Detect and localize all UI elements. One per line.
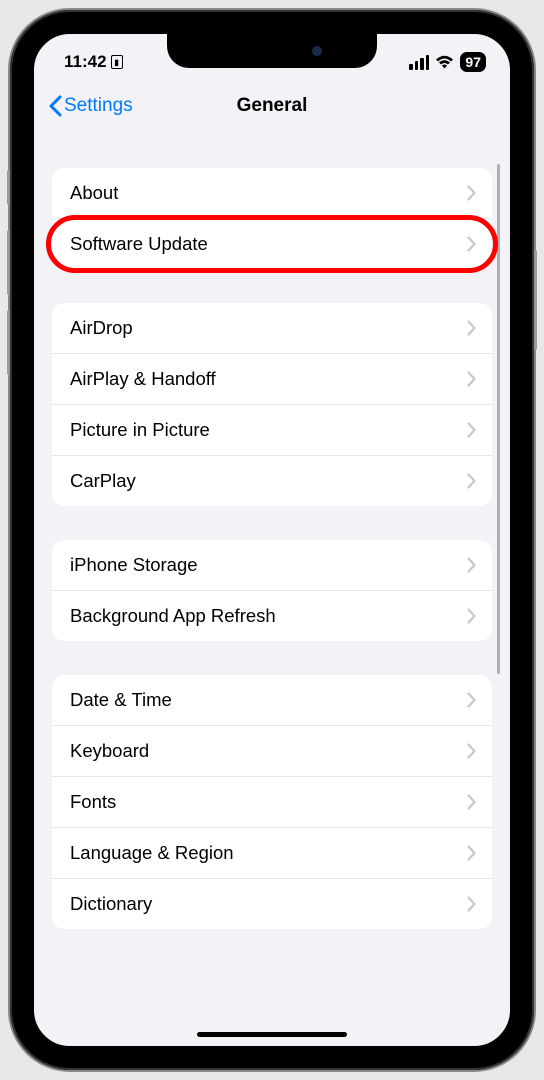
mute-switch [7,170,10,205]
cellular-signal-icon [409,55,429,70]
wifi-icon [435,55,454,69]
row-background-app-refresh[interactable]: Background App Refresh [52,590,492,641]
chevron-right-icon [467,371,476,387]
chevron-right-icon [467,557,476,573]
status-right: 97 [409,52,486,72]
chevron-right-icon [467,236,476,252]
phone-frame: 11:42 ▮ 97 Settings [10,10,534,1070]
chevron-right-icon [467,845,476,861]
nav-bar: Settings General [34,84,510,134]
notch [167,34,377,68]
home-indicator[interactable] [197,1032,347,1037]
row-language-region[interactable]: Language & Region [52,827,492,878]
section-storage: iPhone Storage Background App Refresh [52,540,492,641]
row-label: Software Update [70,233,208,255]
volume-down-button [7,310,10,375]
row-label: iPhone Storage [70,554,198,576]
row-label: CarPlay [70,470,136,492]
row-fonts[interactable]: Fonts [52,776,492,827]
chevron-right-icon [467,692,476,708]
row-picture-in-picture[interactable]: Picture in Picture [52,404,492,455]
row-label: Background App Refresh [70,605,276,627]
row-about[interactable]: About [52,168,492,218]
row-keyboard[interactable]: Keyboard [52,725,492,776]
scroll-indicator[interactable] [497,164,500,674]
row-label: Language & Region [70,842,234,864]
status-time: 11:42 [64,52,107,72]
chevron-right-icon [467,794,476,810]
back-label: Settings [64,95,133,117]
chevron-right-icon [467,320,476,336]
chevron-left-icon [48,95,62,117]
row-label: AirPlay & Handoff [70,368,216,390]
row-label: AirDrop [70,317,133,339]
row-date-time[interactable]: Date & Time [52,675,492,725]
chevron-right-icon [467,185,476,201]
row-label: Picture in Picture [70,419,210,441]
chevron-right-icon [467,422,476,438]
section-connectivity: AirDrop AirPlay & Handoff Picture in Pic… [52,303,492,506]
row-label: Fonts [70,791,116,813]
row-dictionary[interactable]: Dictionary [52,878,492,929]
sim-icon: ▮ [111,55,123,69]
row-label: Date & Time [70,689,172,711]
content-area[interactable]: About Software Update AirDrop [34,134,510,929]
row-label: Keyboard [70,740,149,762]
battery-indicator: 97 [460,52,486,72]
back-button[interactable]: Settings [48,95,133,117]
chevron-right-icon [467,473,476,489]
row-software-update[interactable]: Software Update [52,218,492,269]
row-airplay-handoff[interactable]: AirPlay & Handoff [52,353,492,404]
section-localization: Date & Time Keyboard Fonts Language & Re… [52,675,492,929]
row-airdrop[interactable]: AirDrop [52,303,492,353]
row-label: Dictionary [70,893,152,915]
row-label: About [70,182,118,204]
row-iphone-storage[interactable]: iPhone Storage [52,540,492,590]
row-carplay[interactable]: CarPlay [52,455,492,506]
phone-screen: 11:42 ▮ 97 Settings [24,24,520,1056]
chevron-right-icon [467,608,476,624]
chevron-right-icon [467,743,476,759]
chevron-right-icon [467,896,476,912]
section-about: About Software Update [52,168,492,269]
power-button [534,250,537,350]
volume-up-button [7,230,10,295]
status-left: 11:42 ▮ [64,52,123,72]
